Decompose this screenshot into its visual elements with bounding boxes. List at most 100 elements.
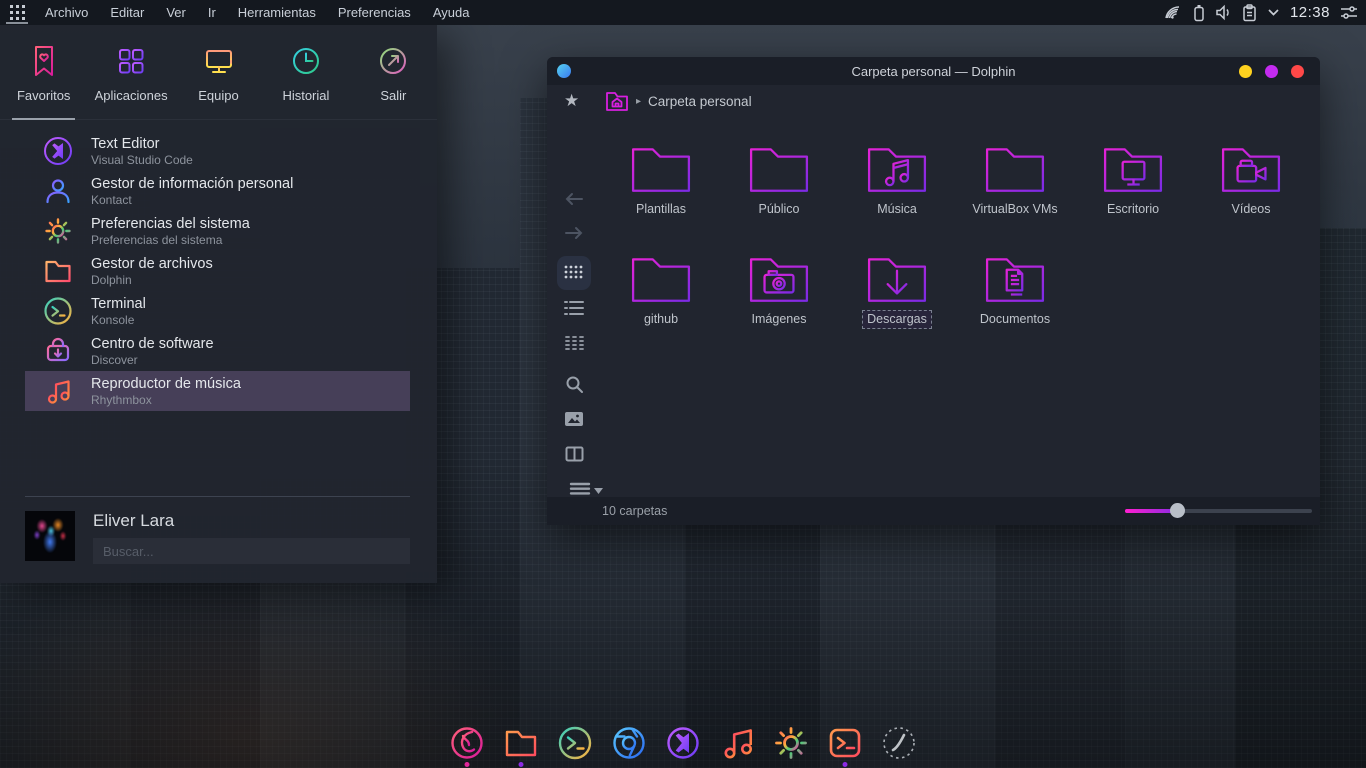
- history-clock-icon: [288, 42, 324, 80]
- window-controls: [1239, 65, 1304, 78]
- launcher-item-discover[interactable]: Centro de software Discover: [25, 331, 410, 371]
- list-view-icon: [564, 300, 584, 316]
- folder-icon: [748, 143, 810, 195]
- back-icon: [564, 192, 584, 206]
- running-indicator: [519, 762, 524, 767]
- menu-herramientas[interactable]: Herramientas: [227, 0, 327, 25]
- dock-latte[interactable]: [878, 720, 920, 766]
- network-icon[interactable]: [1164, 4, 1183, 21]
- launcher-item-system-settings[interactable]: Preferencias del sistema Preferencias de…: [25, 211, 410, 251]
- tab-favoritos[interactable]: Favoritos: [0, 25, 87, 119]
- application-launcher-panel: Favoritos Aplicaciones Equipo Historial: [0, 25, 437, 583]
- bookmark-heart-icon: [26, 42, 62, 80]
- search-button[interactable]: [557, 367, 591, 401]
- image-preview-icon: [564, 411, 584, 427]
- search-icon: [565, 375, 584, 394]
- menu-ayuda[interactable]: Ayuda: [422, 0, 481, 25]
- split-view-button[interactable]: [557, 437, 591, 471]
- dock-rhythmbox[interactable]: [716, 720, 758, 766]
- breadcrumb[interactable]: Carpeta personal: [648, 94, 752, 109]
- chrome-icon: [609, 723, 649, 763]
- dock-konsole[interactable]: [554, 720, 596, 766]
- clipboard-icon[interactable]: [1242, 4, 1257, 22]
- hamburger-menu-icon: [570, 482, 590, 498]
- folder-icon: [630, 253, 692, 305]
- battery-icon[interactable]: [1193, 4, 1205, 22]
- system-tray: 12:38: [1164, 4, 1366, 22]
- gear-icon: [771, 723, 811, 763]
- launcher-item-rhythmbox[interactable]: Reproductor de música Rhythmbox: [25, 371, 410, 411]
- folder-github[interactable]: github: [602, 247, 720, 357]
- watch-dial-icon: [878, 722, 920, 764]
- minimize-button[interactable]: [1239, 65, 1252, 78]
- dolphin-window: Carpeta personal — Dolphin ★ ▸ Carpeta p…: [547, 57, 1320, 525]
- bookmark-star-icon[interactable]: ★: [564, 91, 579, 111]
- maximize-button[interactable]: [1265, 65, 1278, 78]
- home-folder-icon[interactable]: [605, 89, 629, 113]
- folder-escritorio[interactable]: Escritorio: [1074, 137, 1192, 247]
- terminal-icon: [825, 723, 865, 763]
- clock[interactable]: 12:38: [1290, 4, 1330, 21]
- folder-video-icon: [1220, 143, 1282, 195]
- list-view-button[interactable]: [557, 291, 591, 325]
- folder-publico[interactable]: Público: [720, 137, 838, 247]
- music-note-icon: [42, 375, 74, 407]
- launcher-item-kontact[interactable]: Gestor de información personal Kontact: [25, 171, 410, 211]
- window-title: Carpeta personal — Dolphin: [547, 64, 1320, 79]
- dock-file-manager[interactable]: [500, 720, 542, 766]
- folder-music-icon: [866, 143, 928, 195]
- search-input[interactable]: [93, 538, 410, 564]
- app-launcher-button[interactable]: [0, 0, 34, 25]
- back-button[interactable]: [557, 182, 591, 216]
- zoom-slider[interactable]: [1125, 509, 1312, 513]
- menu-editar[interactable]: Editar: [99, 0, 155, 25]
- menu-ir[interactable]: Ir: [197, 0, 227, 25]
- dolphin-titlebar[interactable]: Carpeta personal — Dolphin: [547, 57, 1320, 85]
- forward-button[interactable]: [557, 216, 591, 250]
- dolphin-urlbar: ★ ▸ Carpeta personal: [547, 85, 1320, 117]
- compact-view-button[interactable]: [557, 326, 591, 360]
- dock-chrome[interactable]: [608, 720, 650, 766]
- breadcrumb-caret-icon: ▸: [636, 96, 641, 107]
- apps-grid-icon: [113, 42, 149, 80]
- firefox-icon: [447, 723, 487, 763]
- user-avatar[interactable]: [25, 511, 75, 561]
- tab-historial[interactable]: Historial: [262, 25, 349, 119]
- launcher-item-konsole[interactable]: Terminal Konsole: [25, 291, 410, 331]
- folder-imagenes[interactable]: Imágenes: [720, 247, 838, 357]
- folder-documentos[interactable]: Documentos: [956, 247, 1074, 357]
- launcher-tabs: Favoritos Aplicaciones Equipo Historial: [0, 25, 437, 120]
- caret-down-icon: [594, 488, 603, 494]
- menu-preferencias[interactable]: Preferencias: [327, 0, 422, 25]
- divider: [25, 496, 410, 497]
- zoom-slider-handle[interactable]: [1170, 503, 1185, 518]
- launcher-item-vscode[interactable]: Text Editor Visual Studio Code: [25, 131, 410, 171]
- preview-button[interactable]: [557, 402, 591, 436]
- tab-salir[interactable]: Salir: [350, 25, 437, 119]
- dock-vscode[interactable]: [662, 720, 704, 766]
- dock-firefox[interactable]: [446, 720, 488, 766]
- close-button[interactable]: [1291, 65, 1304, 78]
- dock-terminal[interactable]: [824, 720, 866, 766]
- menu-archivo[interactable]: Archivo: [34, 0, 99, 25]
- tab-aplicaciones[interactable]: Aplicaciones: [87, 25, 174, 119]
- grid-view-button[interactable]: [557, 256, 591, 290]
- launcher-item-dolphin[interactable]: Gestor de archivos Dolphin: [25, 251, 410, 291]
- folder-documents-icon: [984, 253, 1046, 305]
- dock-settings[interactable]: [770, 720, 812, 766]
- tab-equipo[interactable]: Equipo: [175, 25, 262, 119]
- folder-plantillas[interactable]: Plantillas: [602, 137, 720, 247]
- folder-pictures-icon: [748, 253, 810, 305]
- settings-sliders-icon[interactable]: [1340, 5, 1358, 20]
- folder-virtualbox-vms[interactable]: VirtualBox VMs: [956, 137, 1074, 247]
- folder-musica[interactable]: Música: [838, 137, 956, 247]
- global-menubar: Archivo Editar Ver Ir Herramientas Prefe…: [0, 0, 1366, 25]
- volume-icon[interactable]: [1215, 4, 1232, 21]
- folder-videos[interactable]: Vídeos: [1192, 137, 1310, 247]
- logout-icon: [375, 42, 411, 80]
- dock: [446, 720, 920, 766]
- menu-ver[interactable]: Ver: [155, 0, 197, 25]
- running-indicator: [843, 762, 848, 767]
- folder-descargas[interactable]: Descargas: [838, 247, 956, 357]
- chevron-down-icon[interactable]: [1267, 8, 1280, 17]
